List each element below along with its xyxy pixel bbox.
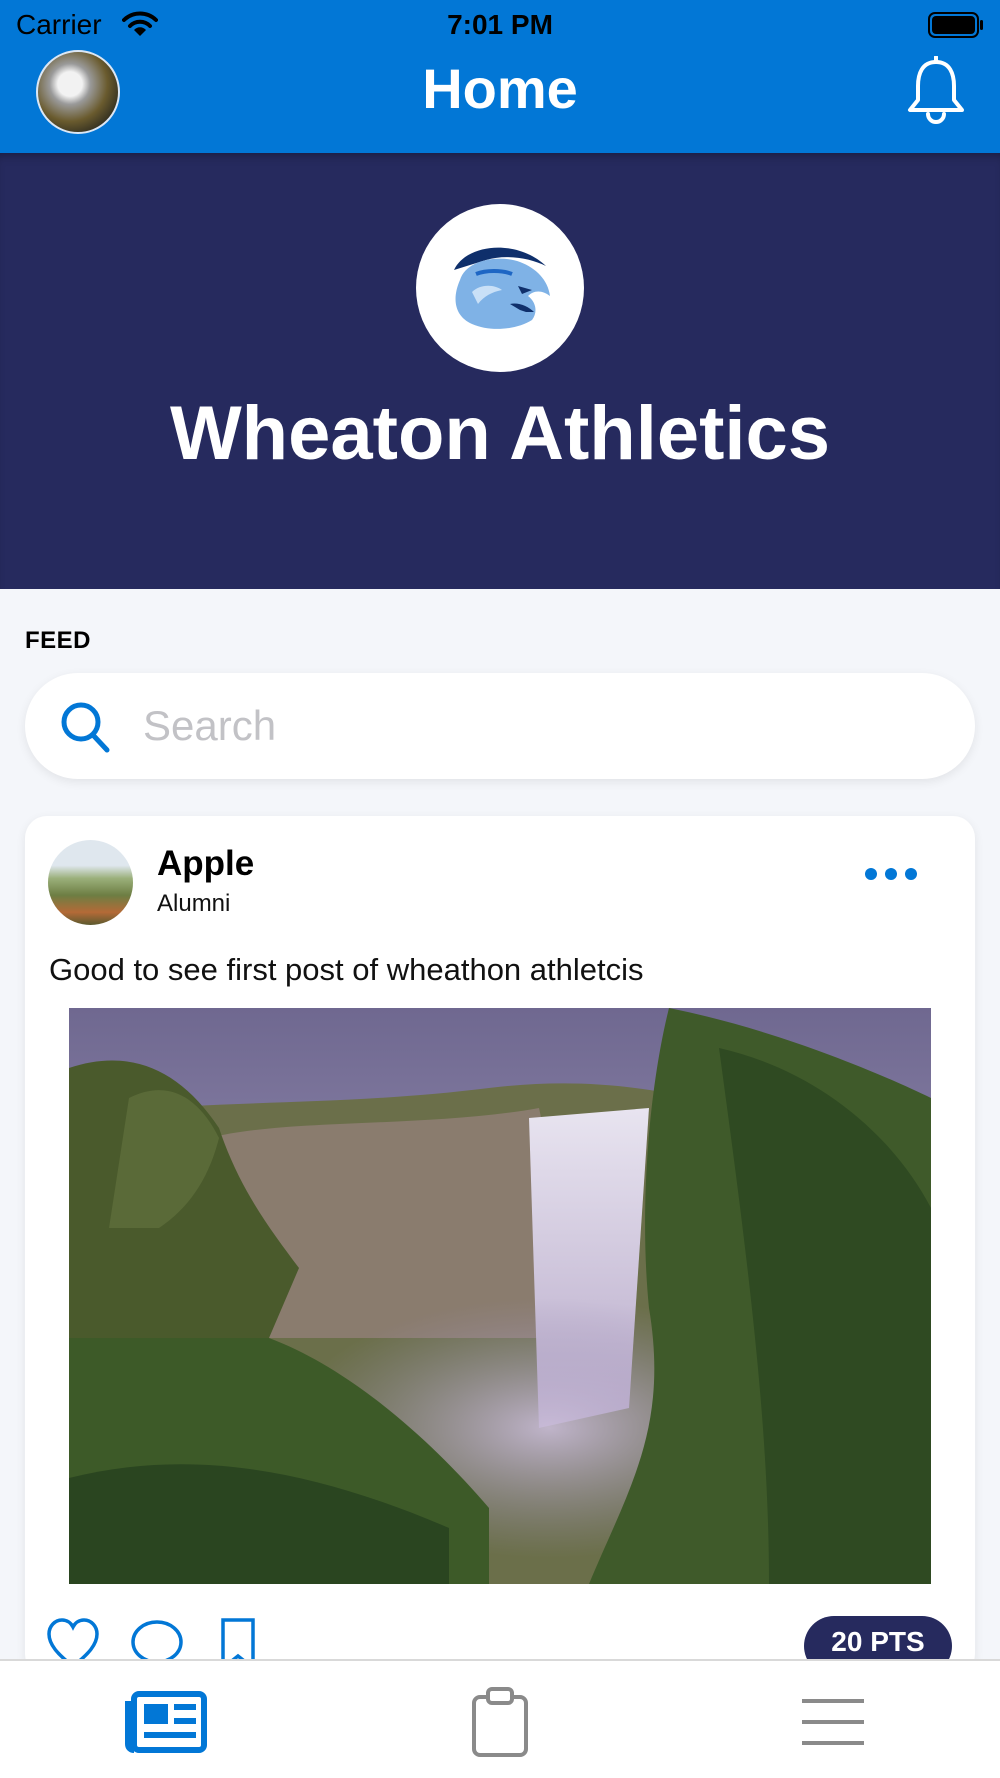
newspaper-icon	[125, 1691, 207, 1753]
top-bar: Carrier 7:01 PM Home	[0, 0, 1000, 153]
battery-icon	[928, 12, 983, 38]
more-options-icon[interactable]	[861, 864, 921, 884]
bell-icon[interactable]	[904, 56, 968, 124]
page-title: Home	[422, 57, 578, 120]
tab-bar	[0, 1659, 1000, 1778]
tab-menu[interactable]	[800, 1687, 866, 1757]
team-logo	[416, 204, 584, 372]
tab-news[interactable]	[124, 1687, 208, 1757]
wildcat-logo	[454, 247, 550, 329]
search-input[interactable]	[143, 701, 923, 751]
waterfall-photo[interactable]	[69, 1008, 931, 1584]
tab-clipboard[interactable]	[470, 1687, 530, 1757]
post-author-name[interactable]: Apple	[157, 844, 254, 884]
feed-section-label: FEED	[25, 627, 92, 654]
post-author-avatar[interactable]	[48, 840, 133, 925]
clipboard-icon	[472, 1687, 528, 1757]
status-bar: Carrier 7:01 PM	[0, 0, 1000, 50]
home-screen: Carrier 7:01 PM Home Wheaton Athletics F…	[0, 0, 1000, 1778]
search-icon	[61, 702, 110, 753]
search-bar[interactable]	[25, 673, 975, 779]
clock: 7:01 PM	[447, 9, 553, 40]
post-card: Apple Alumni Good to see first post of w…	[25, 816, 975, 1676]
menu-icon	[802, 1699, 864, 1745]
team-header: Wheaton Athletics	[0, 153, 1000, 589]
post-text: Good to see first post of wheathon athle…	[49, 952, 644, 987]
post-author-role: Alumni	[157, 890, 231, 917]
team-name: Wheaton Athletics	[169, 391, 831, 476]
